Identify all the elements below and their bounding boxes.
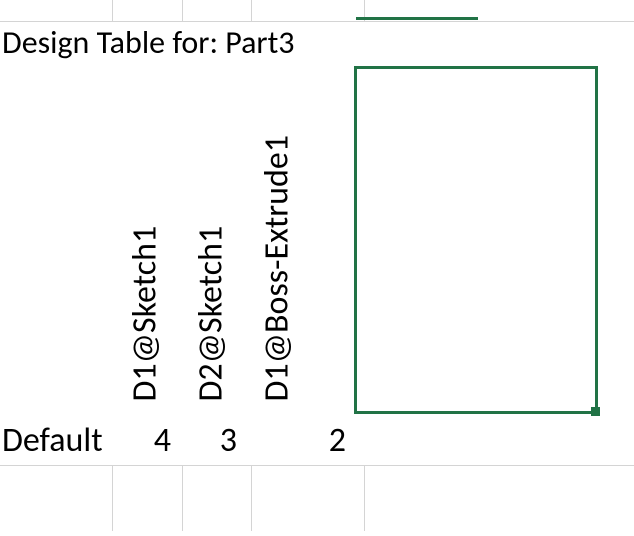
- param-label: D1@Sketch1: [125, 82, 166, 402]
- selected-cell[interactable]: [354, 66, 598, 414]
- param-header-cell[interactable]: D1@Sketch1: [113, 66, 179, 412]
- param-label: D1@Boss-Extrude1: [257, 82, 298, 402]
- value-cell[interactable]: 4: [113, 420, 179, 461]
- parameter-header-row: D1@Sketch1 D2@Sketch1 D1@Boss-Extrude1: [0, 66, 354, 412]
- value-cell[interactable]: 3: [179, 420, 245, 461]
- config-header-cell[interactable]: [0, 66, 113, 412]
- config-name-cell[interactable]: Default: [0, 420, 113, 461]
- param-label: D2@Sketch1: [191, 82, 232, 402]
- param-header-cell[interactable]: D1@Boss-Extrude1: [245, 66, 354, 412]
- bottom-gridline-row: [0, 465, 634, 536]
- value-cell[interactable]: 2: [245, 420, 354, 461]
- table-row: Default 4 3 2: [0, 416, 354, 464]
- selected-column-indicator: [356, 0, 478, 20]
- top-gridline-row: [0, 0, 634, 22]
- table-title[interactable]: Design Table for: Part3: [2, 23, 295, 62]
- param-header-cell[interactable]: D2@Sketch1: [179, 66, 245, 412]
- fill-handle[interactable]: [591, 407, 600, 416]
